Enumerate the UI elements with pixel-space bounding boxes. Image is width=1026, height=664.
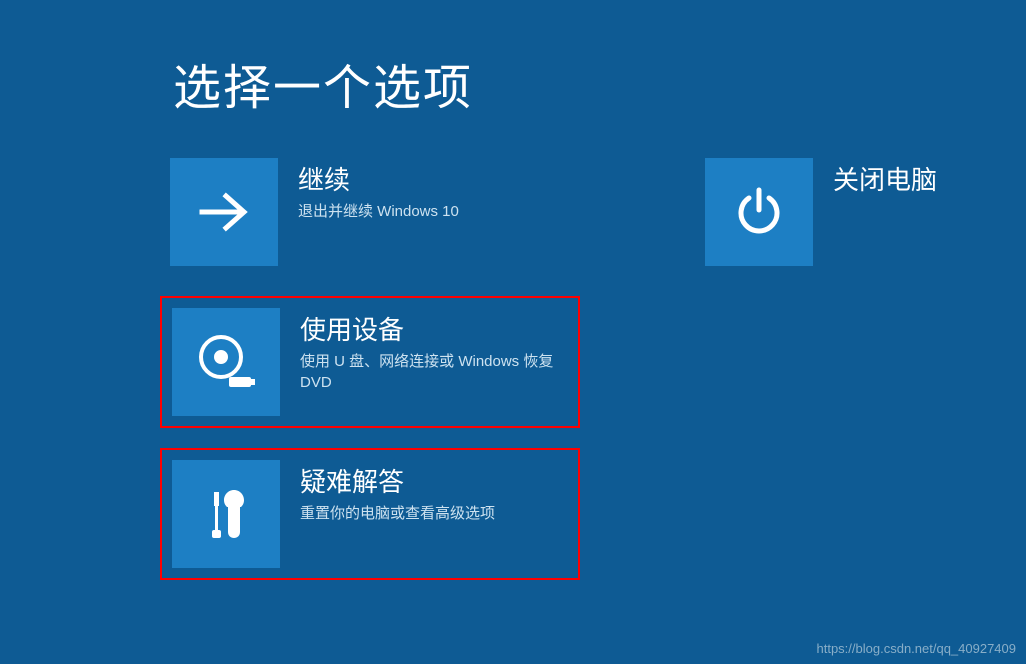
page-title: 选择一个选项 <box>173 48 473 118</box>
option-shutdown-text: 关闭电脑 <box>813 158 937 201</box>
option-shutdown-title: 关闭电脑 <box>833 160 937 197</box>
option-continue[interactable]: 继续 退出并继续 Windows 10 <box>160 148 580 276</box>
option-troubleshoot-title: 疑难解答 <box>300 462 495 499</box>
second-column: 关闭电脑 <box>695 148 995 276</box>
option-use-device-title: 使用设备 <box>300 310 560 347</box>
option-shutdown[interactable]: 关闭电脑 <box>695 148 995 276</box>
option-troubleshoot-subtitle: 重置你的电脑或查看高级选项 <box>300 503 495 524</box>
option-use-device-subtitle: 使用 U 盘、网络连接或 Windows 恢复 DVD <box>300 351 560 393</box>
arrow-right-icon <box>170 158 278 266</box>
option-troubleshoot[interactable]: 疑难解答 重置你的电脑或查看高级选项 <box>160 448 580 580</box>
watermark: https://blog.csdn.net/qq_40927409 <box>817 641 1017 656</box>
options-container: 继续 退出并继续 Windows 10 使用设备 使用 U 盘、网络连接或 Wi… <box>160 148 580 580</box>
option-continue-title: 继续 <box>298 160 459 197</box>
option-use-device-text: 使用设备 使用 U 盘、网络连接或 Windows 恢复 DVD <box>280 308 560 393</box>
option-troubleshoot-text: 疑难解答 重置你的电脑或查看高级选项 <box>280 460 495 524</box>
disc-usb-icon <box>172 308 280 416</box>
power-icon <box>705 158 813 266</box>
tools-icon <box>172 460 280 568</box>
option-use-device[interactable]: 使用设备 使用 U 盘、网络连接或 Windows 恢复 DVD <box>160 296 580 428</box>
option-continue-subtitle: 退出并继续 Windows 10 <box>298 201 459 222</box>
option-continue-text: 继续 退出并继续 Windows 10 <box>278 158 459 222</box>
